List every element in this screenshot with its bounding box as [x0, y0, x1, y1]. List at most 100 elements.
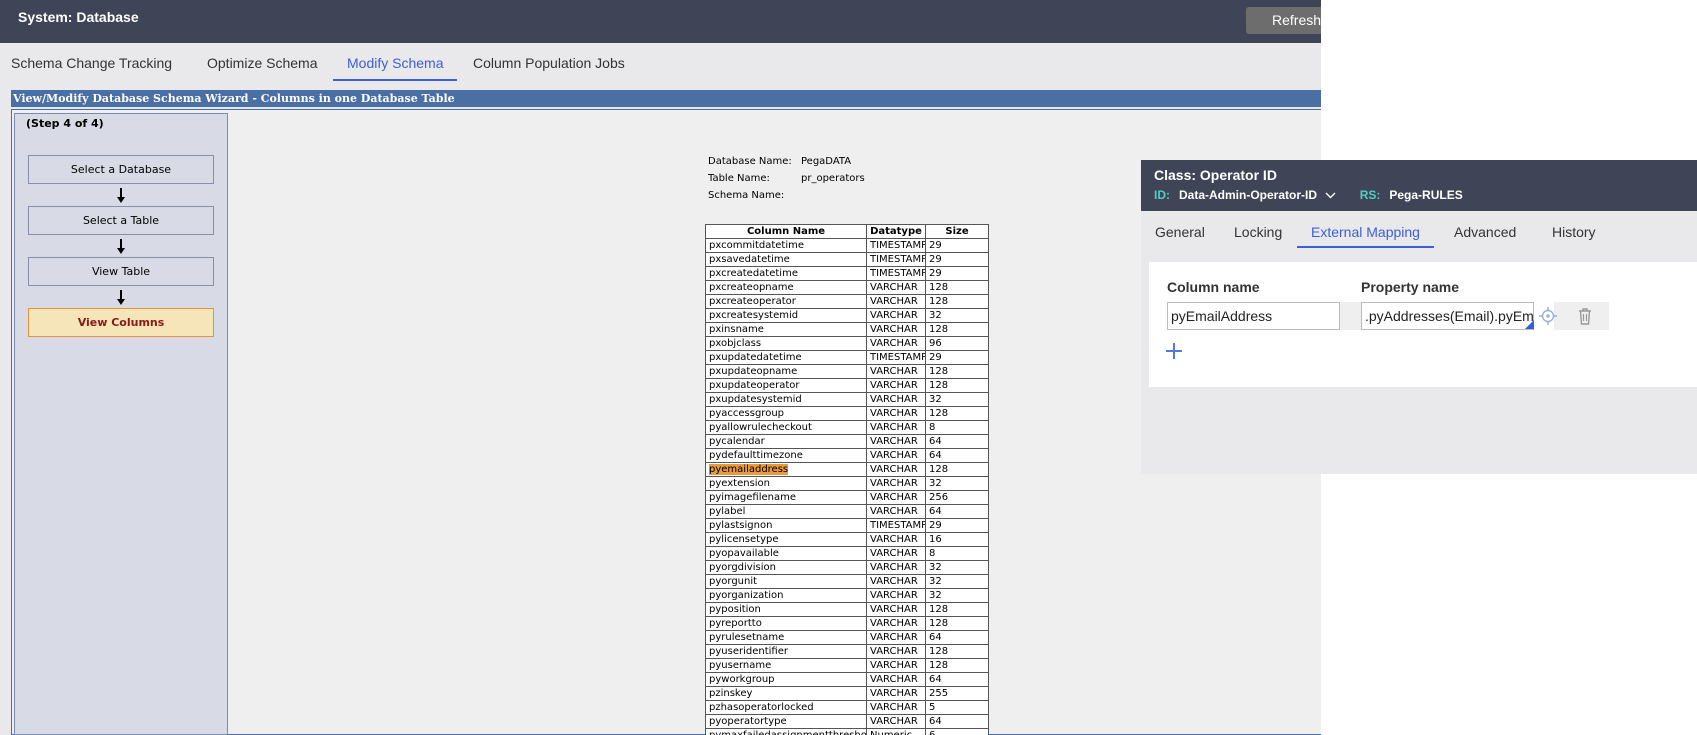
main-tabs: Schema Change Tracking Optimize Schema M…	[0, 43, 1321, 90]
column-name-header: Column name	[1167, 279, 1260, 295]
step-view-table-button[interactable]: View Table	[28, 257, 214, 286]
schema-name-row: Schema Name:	[708, 187, 865, 204]
size-cell: 32	[925, 308, 989, 323]
property-name-input[interactable]: .pyAddresses(Email).pyEmailAddress	[1361, 302, 1534, 330]
column-name-cell: pyorgunit	[705, 574, 867, 589]
size-cell: 32	[925, 588, 989, 603]
step-select-table-button[interactable]: Select a Table	[28, 206, 214, 235]
column-name-cell: pyposition	[705, 602, 867, 617]
datatype-cell: VARCHAR	[866, 644, 926, 659]
step-view-columns-button[interactable]: View Columns	[28, 308, 214, 337]
datatype-cell: Numeric	[866, 728, 926, 735]
tab-optimize-schema[interactable]: Optimize Schema	[193, 50, 331, 79]
table-row: pymaxfailedassignmentthreshold Numeric 6	[705, 728, 989, 735]
arrow-down-icon	[117, 239, 125, 254]
external-mapping-card: Column name Property name pyEmailAddress…	[1149, 262, 1697, 387]
column-name-cell: pyorgdivision	[705, 560, 867, 575]
table-row: pxupdateopname VARCHAR 128	[705, 364, 989, 379]
tab-locking[interactable]: Locking	[1220, 219, 1296, 246]
table-row: pycalendar VARCHAR 64	[705, 434, 989, 449]
column-name-cell: pyemailaddress	[705, 462, 867, 477]
field-gap	[1340, 302, 1361, 330]
size-cell: 16	[925, 532, 989, 547]
table-row: pzinskey VARCHAR 255	[705, 686, 989, 701]
column-name-cell: pyaccessgroup	[705, 406, 867, 421]
size-cell: 128	[925, 378, 989, 393]
arrow-down-icon	[117, 290, 125, 305]
datatype-cell: VARCHAR	[866, 560, 926, 575]
datatype-cell: VARCHAR	[866, 448, 926, 463]
table-row: pxcreateopname VARCHAR 128	[705, 280, 989, 295]
trash-icon[interactable]	[1575, 306, 1595, 326]
size-cell: 29	[925, 238, 989, 253]
column-name-cell: pxcommitdatetime	[705, 238, 867, 253]
database-name-label: Database Name:	[708, 156, 792, 167]
tab-history[interactable]: History	[1538, 219, 1610, 246]
table-row: pxcreatesystemid VARCHAR 32	[705, 308, 989, 323]
tab-schema-change-tracking[interactable]: Schema Change Tracking	[0, 50, 186, 79]
table-row: pzhasoperatorlocked VARCHAR 5	[705, 700, 989, 715]
datatype-cell: VARCHAR	[866, 462, 926, 477]
column-name-cell: pxcreatedatetime	[705, 266, 867, 281]
table-row: pyextension VARCHAR 32	[705, 476, 989, 491]
datatype-cell: VARCHAR	[866, 714, 926, 729]
datatype-cell: VARCHAR	[866, 504, 926, 519]
datatype-cell: VARCHAR	[866, 476, 926, 491]
size-header: Size	[925, 224, 989, 239]
id-value[interactable]: Data-Admin-Operator-ID	[1179, 188, 1317, 202]
tab-advanced[interactable]: Advanced	[1440, 219, 1530, 246]
table-header-row: Column Name Datatype Size	[705, 224, 989, 239]
datatype-cell: VARCHAR	[866, 406, 926, 421]
column-name-cell: pymaxfailedassignmentthreshold	[705, 728, 867, 735]
table-row: pxsavedatetime TIMESTAMP 29	[705, 252, 989, 267]
table-row: pylicensetype VARCHAR 16	[705, 532, 989, 547]
arrow-down-icon	[117, 188, 125, 203]
tab-external-mapping[interactable]: External Mapping	[1297, 219, 1434, 248]
column-name-cell: pyworkgroup	[705, 672, 867, 687]
size-cell: 64	[925, 630, 989, 645]
column-name-cell: pxupdatedatetime	[705, 350, 867, 365]
size-cell: 6	[925, 728, 989, 735]
column-name-cell: pxupdateopname	[705, 364, 867, 379]
tab-column-population-jobs[interactable]: Column Population Jobs	[459, 50, 639, 79]
size-cell: 29	[925, 252, 989, 267]
blank-region	[1321, 0, 1697, 160]
class-tabs: General Locking External Mapping Advance…	[1141, 211, 1697, 256]
column-name-cell: pyallowrulecheckout	[705, 420, 867, 435]
datatype-cell: TIMESTAMP	[866, 350, 926, 365]
column-name-cell: pylicensetype	[705, 532, 867, 547]
datatype-cell: VARCHAR	[866, 588, 926, 603]
size-cell: 128	[925, 462, 989, 477]
add-icon[interactable]	[1165, 342, 1183, 360]
column-name-cell: pyorganization	[705, 588, 867, 603]
size-cell: 256	[925, 490, 989, 505]
column-name-cell: pxcreatesystemid	[705, 308, 867, 323]
size-cell: 128	[925, 602, 989, 617]
step-select-database-button[interactable]: Select a Database	[28, 155, 214, 184]
column-name-cell: pylastsignon	[705, 518, 867, 533]
size-cell: 128	[925, 322, 989, 337]
datatype-cell: VARCHAR	[866, 602, 926, 617]
column-name-cell: pxinsname	[705, 322, 867, 337]
size-cell: 64	[925, 672, 989, 687]
table-name-label: Table Name:	[708, 173, 770, 184]
column-name-cell: pxupdateoperator	[705, 378, 867, 393]
highlighted-column-name: pyemailaddress	[709, 463, 789, 475]
table-row: pyallowrulecheckout VARCHAR 8	[705, 420, 989, 435]
datatype-cell: VARCHAR	[866, 420, 926, 435]
table-row: pyposition VARCHAR 128	[705, 602, 989, 617]
table-name-row: Table Name: pr_operators	[708, 170, 865, 187]
table-row: pxinsname VARCHAR 128	[705, 322, 989, 337]
table-row: pxcreatedatetime TIMESTAMP 29	[705, 266, 989, 281]
page-title: System: Database	[18, 9, 139, 25]
tab-general[interactable]: General	[1141, 219, 1219, 246]
tab-modify-schema[interactable]: Modify Schema	[333, 50, 458, 81]
property-name-header: Property name	[1361, 279, 1460, 295]
column-name-cell: pxupdatesystemid	[705, 392, 867, 407]
target-icon[interactable]	[1538, 306, 1558, 326]
column-name-input[interactable]: pyEmailAddress	[1167, 302, 1340, 330]
column-name-cell: pyextension	[705, 476, 867, 491]
chevron-down-icon[interactable]	[1325, 188, 1336, 202]
size-cell: 29	[925, 518, 989, 533]
datatype-cell: VARCHAR	[866, 700, 926, 715]
